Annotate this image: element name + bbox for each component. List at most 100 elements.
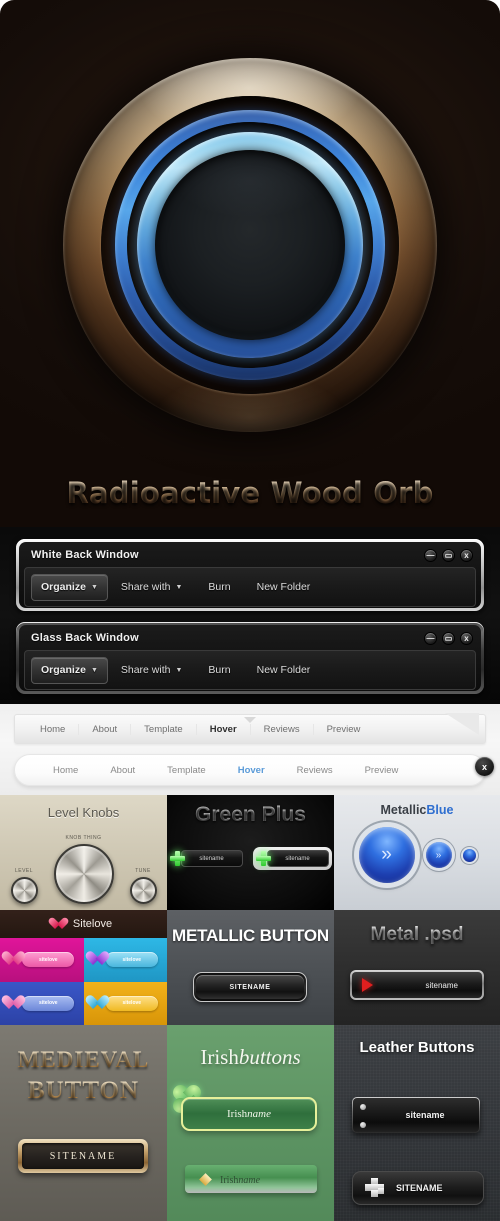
leather-button-label-1: sitename xyxy=(405,1110,445,1120)
window-title: Glass Back Window xyxy=(31,632,139,644)
metallic-sitename-label: SITENAME xyxy=(196,975,304,999)
window-toolbar: Organize ▼ Share with ▼ Burn New Folder xyxy=(24,650,476,690)
sitelove-button[interactable]: sitelove xyxy=(105,995,158,1011)
window-toolbar: Organize ▼ Share with ▼ Burn New Folder xyxy=(24,567,476,607)
diamond-icon xyxy=(199,1172,212,1186)
minimize-icon[interactable]: — xyxy=(424,549,437,562)
cell-irish-buttons: Irishbuttons Irish name Irishname xyxy=(167,1025,334,1221)
cell-level-knobs: Level Knobs LEVEL KNOB THING TUNE xyxy=(0,795,167,910)
metallic-blue-button-large[interactable]: » xyxy=(358,827,415,883)
minimize-icon[interactable]: — xyxy=(424,632,437,645)
sitelove-button[interactable]: sitelove xyxy=(105,952,158,968)
organize-label: Organize xyxy=(41,664,86,676)
orb-hero: Radioactive Wood Orb xyxy=(0,0,500,527)
metallic-sitename-button[interactable]: SITENAME xyxy=(193,972,307,1002)
metallic-blue-button-medium[interactable]: » xyxy=(425,842,452,868)
cross-plus-icon xyxy=(365,1178,387,1198)
nav-item-hover[interactable]: Hover xyxy=(222,765,281,776)
irish-button-secondary[interactable]: Irishname xyxy=(185,1165,317,1193)
metallic-blue-title-part2: Blue xyxy=(426,803,454,817)
knob-thing[interactable] xyxy=(53,844,114,904)
green-plus-label-1: sitename xyxy=(180,850,243,867)
nav-item-about[interactable]: About xyxy=(79,723,132,735)
cell-metallic-blue: MetallicBlue » » xyxy=(334,795,500,910)
nav-item-preview[interactable]: Preview xyxy=(349,765,415,776)
nav-item-home[interactable]: Home xyxy=(27,723,80,735)
radioactive-wood-orb[interactable] xyxy=(63,58,437,432)
window-title: White Back Window xyxy=(31,549,139,561)
maximize-icon[interactable]: ▭ xyxy=(442,632,455,645)
knob-tune[interactable] xyxy=(129,877,157,904)
heart-icon xyxy=(9,952,25,967)
orb-center-sheen xyxy=(155,150,345,340)
share-with-label: Share with xyxy=(120,664,171,676)
nav-item-hover[interactable]: Hover xyxy=(197,723,251,735)
nav-bar-flat: Home About Template Hover Reviews Previe… xyxy=(14,713,486,744)
plus-icon xyxy=(169,851,185,866)
close-icon[interactable]: x xyxy=(475,757,494,776)
metallic-blue-title-part1: Metallic xyxy=(380,803,427,817)
green-plus-row: sitename sitename xyxy=(167,847,334,870)
knob-level[interactable] xyxy=(10,877,38,904)
nav-item-home[interactable]: Home xyxy=(37,765,94,776)
sitelove-button[interactable]: sitelove xyxy=(22,952,75,968)
page-title: Radioactive Wood Orb xyxy=(0,476,500,510)
knob-label-center: KNOB THING xyxy=(65,835,102,841)
maximize-icon[interactable]: ▭ xyxy=(442,549,455,562)
irish-button-primary[interactable]: Irish name xyxy=(181,1097,317,1131)
close-icon[interactable]: x xyxy=(460,632,473,645)
new-folder-button[interactable]: New Folder xyxy=(244,581,324,593)
metallic-blue-button-small[interactable] xyxy=(462,848,476,862)
sitelove-button[interactable]: sitelove xyxy=(22,995,75,1011)
white-back-window[interactable]: White Back Window — ▭ x Organize ▼ Share… xyxy=(16,539,484,611)
heart-icon xyxy=(93,952,109,967)
irish-title-part2: buttons xyxy=(238,1045,301,1069)
level-knobs-title: Level Knobs xyxy=(47,805,120,820)
sitelove-quadrant-magenta: sitelove xyxy=(0,938,84,982)
new-folder-label: New Folder xyxy=(256,664,311,676)
green-plus-button-hover[interactable]: sitename xyxy=(252,847,332,870)
medieval-title-line2: BUTTON xyxy=(0,1077,167,1105)
chevron-down-icon: ▼ xyxy=(175,666,183,674)
heart-icon xyxy=(55,918,68,930)
glass-back-window[interactable]: Glass Back Window — ▭ x Organize ▼ Share… xyxy=(16,622,484,694)
metallic-blue-title: MetallicBlue xyxy=(334,803,500,817)
plus-icon xyxy=(255,851,271,866)
new-folder-button[interactable]: New Folder xyxy=(244,664,324,676)
organize-button[interactable]: Organize ▼ xyxy=(31,656,108,684)
burn-button[interactable]: Burn xyxy=(195,581,243,593)
sitelove-quadrant-cyan: sitelove xyxy=(83,938,167,982)
green-plus-button-normal[interactable]: sitename xyxy=(169,847,243,870)
sitelove-quadrants: sitelove sitelove sitelove sitelove xyxy=(0,938,167,1025)
nav-item-preview[interactable]: Preview xyxy=(314,724,374,735)
share-with-button[interactable]: Share with ▼ xyxy=(108,664,196,676)
caret-up-icon xyxy=(244,717,256,723)
grid-row: MEDIEVAL BUTTON SITENAME Irishbuttons Ir… xyxy=(0,1025,500,1221)
nav-item-reviews[interactable]: Reviews xyxy=(251,723,314,735)
chevron-down-icon: ▼ xyxy=(90,583,98,591)
play-triangle-icon xyxy=(362,978,373,992)
nav-item-template[interactable]: Template xyxy=(131,723,197,735)
cell-leather-buttons: Leather Buttons sitename SITENAME xyxy=(334,1025,500,1221)
share-with-button[interactable]: Share with ▼ xyxy=(108,581,196,593)
cell-green-plus: Green Plus sitename sitename xyxy=(167,795,334,910)
windows-showcase: White Back Window — ▭ x Organize ▼ Share… xyxy=(0,527,500,704)
burn-button[interactable]: Burn xyxy=(195,664,243,676)
medieval-sitename-button[interactable]: SITENAME xyxy=(18,1139,148,1173)
close-icon[interactable]: x xyxy=(460,549,473,562)
chevron-down-icon: ▼ xyxy=(90,666,98,674)
green-plus-title: Green Plus xyxy=(167,803,334,827)
nav-item-reviews[interactable]: Reviews xyxy=(281,765,349,776)
irish-title: Irishbuttons xyxy=(167,1045,334,1070)
nav-item-template[interactable]: Template xyxy=(151,765,222,776)
irish-button-label-1b: name xyxy=(247,1108,271,1120)
organize-button[interactable]: Organize ▼ xyxy=(31,573,108,601)
irish-title-part1: Irish xyxy=(200,1045,239,1069)
leather-button-sitename-caps[interactable]: SITENAME xyxy=(352,1171,484,1205)
heart-icon xyxy=(93,996,109,1011)
nav-item-about[interactable]: About xyxy=(94,765,151,776)
metal-psd-button[interactable]: sitename xyxy=(350,970,484,1000)
sitelove-quadrant-yellow: sitelove xyxy=(83,981,167,1025)
irish-button-label-2b: name xyxy=(238,1175,261,1186)
leather-button-sitename[interactable]: sitename xyxy=(352,1097,480,1133)
